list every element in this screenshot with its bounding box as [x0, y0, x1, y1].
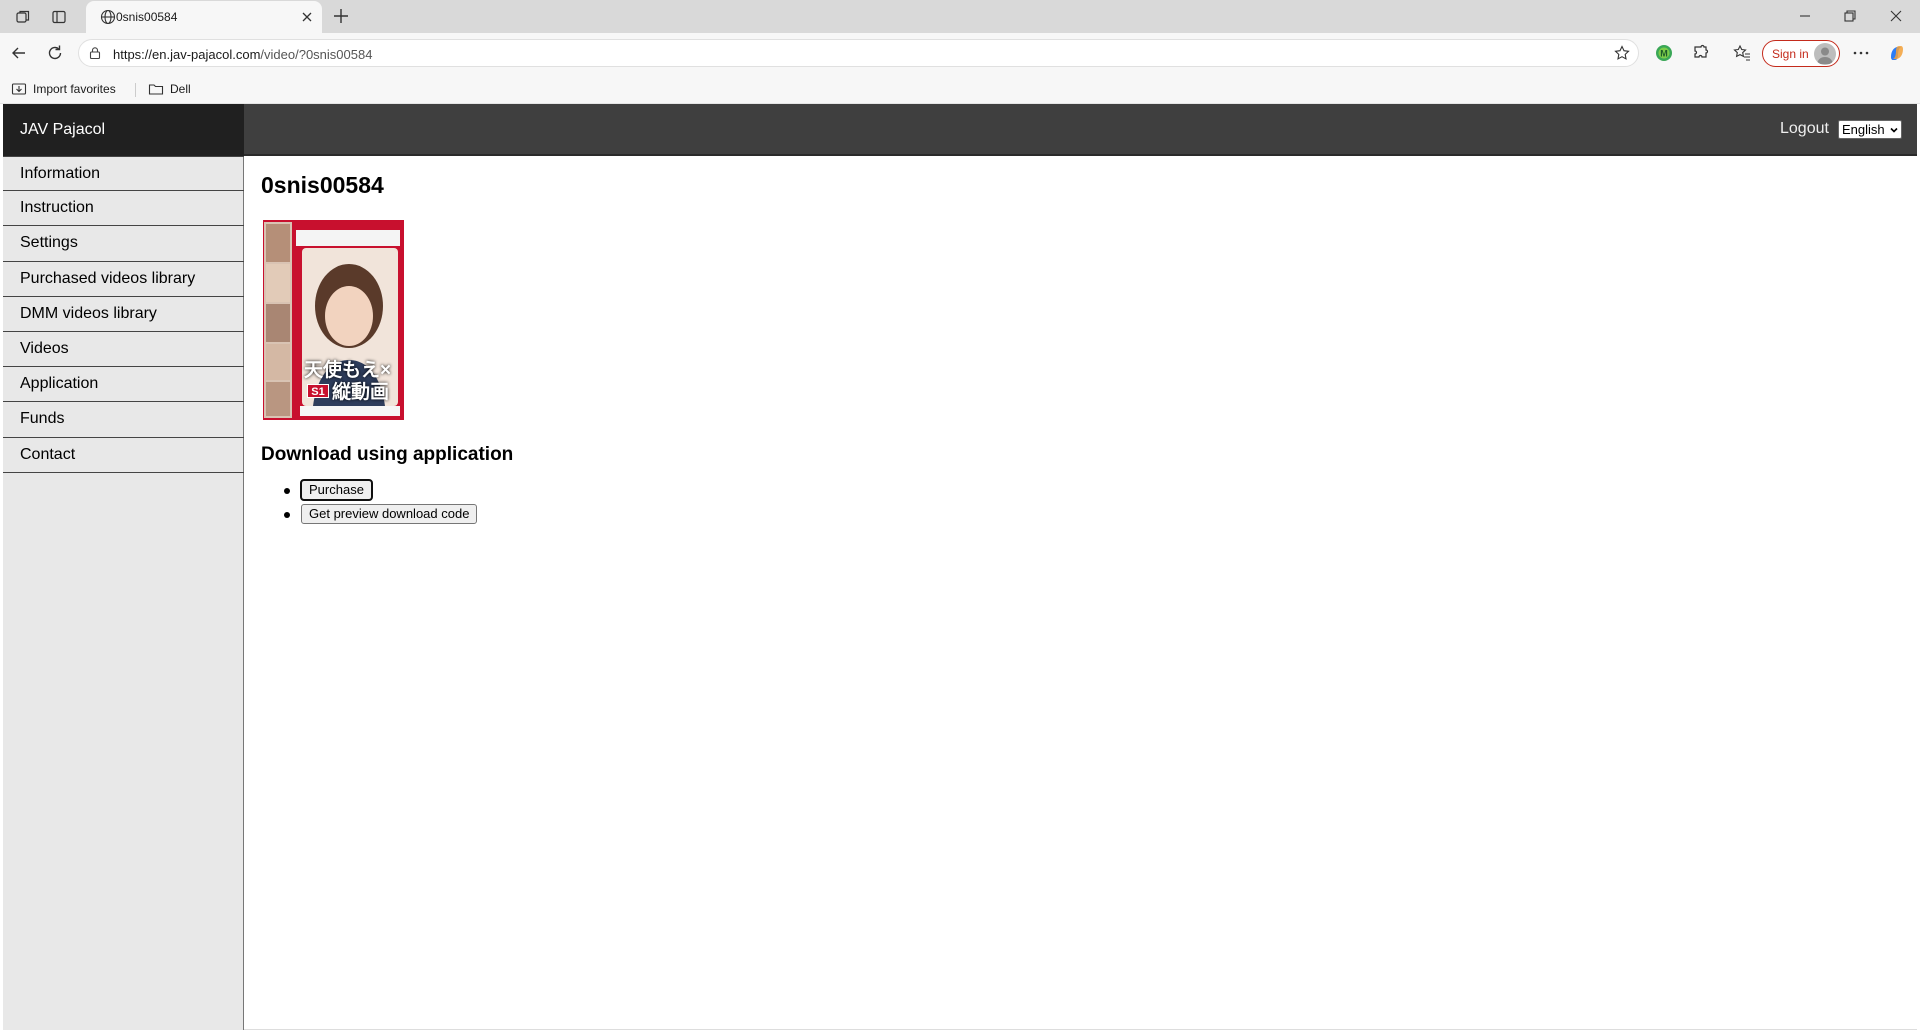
chevron-down-icon — [1890, 127, 1898, 133]
folder-icon — [148, 84, 164, 95]
import-favorites-icon — [11, 83, 27, 95]
favorite-label: Import favorites — [33, 82, 116, 96]
video-cover-image[interactable]: 天使もえ× 縦動画 S1 — [263, 220, 404, 420]
sidebar-item-dmm-videos-library[interactable]: DMM videos library — [3, 297, 244, 332]
sidebar-item-application[interactable]: Application — [3, 367, 244, 403]
tab-active[interactable]: 0snis00584 — [86, 1, 322, 33]
minimize-icon[interactable] — [1795, 6, 1815, 26]
favorite-import[interactable]: Import favorites — [11, 80, 116, 98]
close-tab-icon[interactable] — [300, 10, 314, 24]
brand-name: JAV Pajacol — [20, 121, 106, 138]
purchase-button[interactable]: Purchase — [300, 479, 373, 501]
extension-m-icon[interactable]: M — [1654, 43, 1674, 63]
favorite-star-icon[interactable] — [1614, 45, 1630, 61]
favorites-separator — [135, 83, 136, 97]
site-brand[interactable]: JAV Pajacol — [3, 104, 244, 156]
url-host: https://en.jav-pajacol.com — [113, 47, 261, 62]
svg-text:M: M — [1660, 49, 1668, 59]
logout-link[interactable]: Logout — [1780, 120, 1829, 138]
site-header: Logout English — [244, 104, 1917, 156]
close-window-icon[interactable] — [1886, 6, 1906, 26]
back-arrow-icon[interactable] — [9, 43, 29, 63]
sidebar-item-videos[interactable]: Videos — [3, 332, 244, 368]
favorite-label: Dell — [170, 82, 191, 96]
tab-title: 0snis00584 — [116, 10, 178, 24]
web-page: JAV Pajacol Information Instruction Sett… — [3, 104, 1917, 1030]
copilot-icon[interactable] — [1887, 43, 1907, 63]
sidebar-item-instruction[interactable]: Instruction — [3, 191, 244, 227]
sidebar-item-contact[interactable]: Contact — [3, 438, 244, 473]
language-selected: English — [1842, 122, 1885, 137]
download-heading: Download using application — [261, 444, 514, 465]
tab-actions-icon[interactable] — [49, 7, 69, 27]
favorite-dell[interactable]: Dell — [148, 80, 191, 98]
sign-in-label: Sign in — [1772, 47, 1809, 61]
sidebar-item-purchased-videos-library[interactable]: Purchased videos library — [3, 262, 244, 297]
sidebar-item-funds[interactable]: Funds — [3, 402, 244, 438]
browser-tab-bar: 0snis00584 — [0, 0, 1920, 33]
cover-text-line1: 天使もえ× — [304, 360, 392, 381]
favorites-collection-icon[interactable] — [1732, 43, 1752, 63]
browser-toolbar: https://en.jav-pajacol.com/video/?0snis0… — [0, 33, 1920, 74]
new-tab-icon[interactable] — [331, 6, 351, 26]
url-path: /video/?0snis00584 — [260, 47, 373, 62]
sidebar-item-settings[interactable]: Settings — [3, 226, 244, 262]
favorites-bar: Import favorites Dell — [0, 74, 1920, 104]
globe-icon — [100, 9, 116, 25]
s1-logo: S1 — [307, 384, 329, 398]
page-title: 0snis00584 — [261, 172, 384, 198]
refresh-icon[interactable] — [45, 43, 65, 63]
sidebar-item-information[interactable]: Information — [3, 156, 244, 192]
language-select[interactable]: English — [1838, 120, 1902, 139]
get-preview-download-code-button[interactable]: Get preview download code — [301, 504, 478, 524]
workspaces-icon[interactable] — [13, 7, 33, 27]
address-bar[interactable]: https://en.jav-pajacol.com/video/?0snis0… — [78, 39, 1639, 67]
sign-in-button[interactable]: Sign in — [1762, 40, 1840, 67]
more-options-icon[interactable] — [1851, 43, 1871, 63]
sidebar: JAV Pajacol Information Instruction Sett… — [3, 104, 244, 1030]
url-text[interactable]: https://en.jav-pajacol.com/video/?0snis0… — [113, 47, 372, 62]
profile-avatar-icon — [1814, 43, 1836, 65]
main-content: 0snis00584 天使もえ× 縦動画 S1 Download using a… — [261, 172, 513, 524]
extensions-puzzle-icon[interactable] — [1691, 43, 1711, 63]
restore-icon[interactable] — [1840, 6, 1860, 26]
lock-icon[interactable] — [88, 46, 102, 60]
sidebar-menu: Information Instruction Settings Purchas… — [3, 156, 244, 473]
